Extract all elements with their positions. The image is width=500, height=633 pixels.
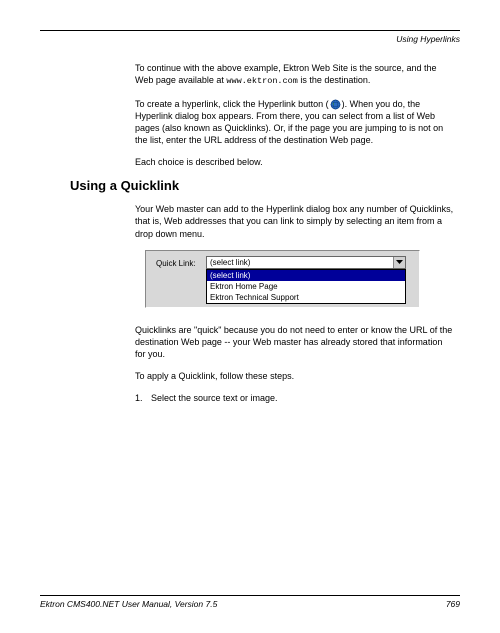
hyperlink-globe-icon xyxy=(330,99,341,110)
section-heading-quicklink: Using a Quicklink xyxy=(70,178,460,193)
option-ektron-home[interactable]: Ektron Home Page xyxy=(207,281,405,292)
paragraph-6: To apply a Quicklink, follow these steps… xyxy=(135,370,455,382)
footer-page-number: 769 xyxy=(446,599,460,609)
header-section: Using Hyperlinks xyxy=(40,34,460,44)
quicklink-dropdown-figure: Quick Link: (select link) (select link) … xyxy=(145,250,420,308)
paragraph-5: Quicklinks are "quick" because you do no… xyxy=(135,324,455,360)
dropdown-arrow-icon[interactable] xyxy=(393,257,405,268)
quicklink-options-list[interactable]: (select link) Ektron Home Page Ektron Te… xyxy=(206,269,406,304)
footer-manual-title: Ektron CMS400.NET User Manual, Version 7… xyxy=(40,599,217,609)
paragraph-2: To create a hyperlink, click the Hyperli… xyxy=(135,98,455,147)
option-select-link[interactable]: (select link) xyxy=(207,270,405,281)
paragraph-4: Your Web master can add to the Hyperlink… xyxy=(135,203,455,239)
option-ektron-support[interactable]: Ektron Technical Support xyxy=(207,292,405,303)
quicklink-select[interactable]: (select link) xyxy=(206,256,406,269)
step-1: 1.Select the source text or image. xyxy=(135,392,455,404)
paragraph-3: Each choice is described below. xyxy=(135,156,455,168)
paragraph-1: To continue with the above example, Ektr… xyxy=(135,62,455,88)
quicklink-label: Quick Link: xyxy=(156,259,196,268)
